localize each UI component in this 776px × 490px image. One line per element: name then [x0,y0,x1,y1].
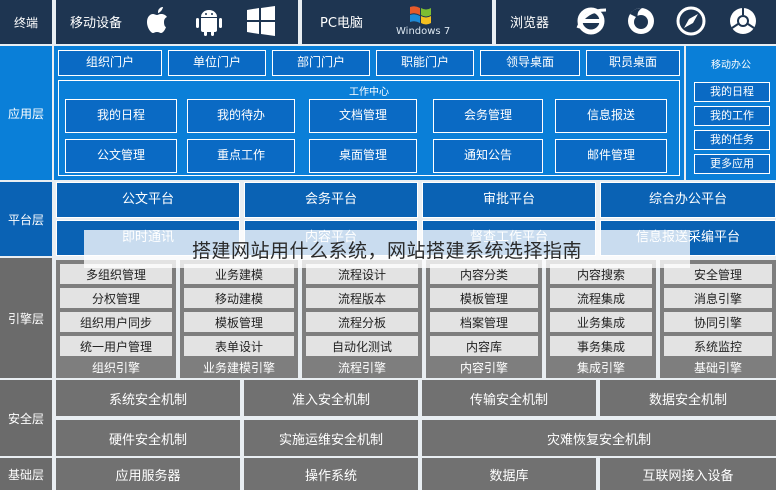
engine-column: 安全管理 消息引擎 协同引擎 系统监控 基础引擎 [660,260,776,378]
wc-info-report[interactable]: 信息报送 [555,99,667,133]
base-database[interactable]: 数据库 [422,458,596,490]
chrome-icon [730,8,756,34]
sec-ops[interactable]: 实施运维安全机制 [244,420,418,456]
engine-item[interactable]: 档案管理 [430,312,538,332]
portal-unit[interactable]: 单位门户 [168,50,266,76]
engine-row: 多组织管理 分权管理 组织用户同步 统一用户管理 组织引擎 业务建模 移动建模 模板管理 表单设… [56,260,776,378]
engine-column: 内容分类 模板管理 档案管理 内容库 内容引擎 [426,260,542,378]
engine-name: 组织引擎 [91,360,140,375]
base-network[interactable]: 互联网接入设备 [600,458,776,490]
base-os[interactable]: 操作系统 [244,458,418,490]
windows7-text: Windows 7 [396,26,451,37]
wc-my-todo[interactable]: 我的待办 [187,99,295,133]
row-label-base: 基础层 [0,458,52,490]
engine-item[interactable]: 事务集成 [550,336,652,356]
mobile-office-title: 移动办公 [711,60,751,71]
engine-item[interactable]: 流程集成 [550,288,652,308]
platform-doc[interactable]: 公文平台 [56,182,240,218]
engine-item[interactable]: 业务集成 [550,312,652,332]
wc-document-mgmt[interactable]: 文档管理 [309,99,417,133]
row-label-security: 安全层 [0,380,52,456]
engine-item[interactable]: 分权管理 [60,288,172,308]
row-label-engine: 引擎层 [0,258,52,378]
base-app-server[interactable]: 应用服务器 [56,458,240,490]
architecture-diagram: 终端 应用层 平台层 引擎层 安全层 基础层 移动设备 PC电脑 Windows… [0,0,776,490]
engine-name: 集成引擎 [576,360,625,375]
wc-key-work[interactable]: 重点工作 [187,139,295,173]
platform-meeting[interactable]: 会务平台 [244,182,418,218]
engine-item[interactable]: 流程版本 [306,288,418,308]
mobile-label: 移动设备 [70,16,123,31]
engine-column: 流程设计 流程版本 流程分板 自动化测试 流程引擎 [302,260,422,378]
sec-system[interactable]: 系统安全机制 [56,380,240,416]
row-label-application: 应用层 [0,46,52,180]
engine-name: 流程引擎 [337,360,386,375]
mo-my-task[interactable]: 我的任务 [694,130,770,150]
terminal-browser-panel: 浏览器 [496,0,776,44]
engine-name: 内容引擎 [459,360,508,375]
engine-column: 多组织管理 分权管理 组织用户同步 统一用户管理 组织引擎 [56,260,176,378]
engine-item[interactable]: 移动建模 [184,288,294,308]
application-panel: 组织门户 单位门户 部门门户 职能门户 领导桌面 职员桌面 工作中心 我的日程 … [54,46,684,180]
engine-item[interactable]: 自动化测试 [306,336,418,356]
engine-name: 基础引擎 [693,360,742,375]
engine-name: 业务建模引擎 [202,360,275,375]
mo-my-work[interactable]: 我的工作 [694,106,770,126]
engine-item[interactable]: 流程分板 [306,312,418,332]
engine-item[interactable]: 模板管理 [184,312,294,332]
firefox-icon [628,8,654,34]
sec-hardware[interactable]: 硬件安全机制 [56,420,240,456]
work-center-box: 工作中心 我的日程 我的待办 文档管理 会务管理 信息报送 公文管理 重点工作 … [58,80,680,176]
engine-item[interactable]: 模板管理 [430,288,538,308]
pc-label: PC电脑 [320,16,363,31]
terminal-pc-panel: PC电脑 Windows 7 [302,0,492,44]
wc-desktop-mgmt[interactable]: 桌面管理 [309,139,417,173]
android-icon [196,10,222,36]
engine-column: 业务建模 移动建模 模板管理 表单设计 业务建模引擎 [180,260,298,378]
windows7-logo-icon [410,6,431,25]
safari-icon [676,6,706,36]
wc-my-schedule[interactable]: 我的日程 [65,99,177,133]
sec-access[interactable]: 准入安全机制 [244,380,418,416]
windows-icon [247,6,275,36]
wc-notice[interactable]: 通知公告 [433,139,543,173]
portal-function[interactable]: 职能门户 [376,50,474,76]
sec-disaster[interactable]: 灾难恢复安全机制 [422,420,776,456]
portal-staff-desktop[interactable]: 职员桌面 [586,50,680,76]
portal-leader-desktop[interactable]: 领导桌面 [480,50,580,76]
mo-my-schedule[interactable]: 我的日程 [694,82,770,102]
browser-label: 浏览器 [510,16,550,31]
engine-item[interactable]: 消息引擎 [664,288,772,308]
sec-data[interactable]: 数据安全机制 [600,380,776,416]
platform-office[interactable]: 综合办公平台 [600,182,776,218]
platform-approval[interactable]: 审批平台 [422,182,596,218]
ie-icon [576,7,607,35]
engine-item[interactable]: 系统监控 [664,336,772,356]
wc-meeting-mgmt[interactable]: 会务管理 [433,99,543,133]
work-center-title: 工作中心 [349,87,389,98]
sec-transport[interactable]: 传输安全机制 [422,380,596,416]
engine-item[interactable]: 表单设计 [184,336,294,356]
row-label-terminal: 终端 [0,0,52,44]
engine-item[interactable]: 协同引擎 [664,312,772,332]
watermark-banner: 搭建网站用什么系统，网站搭建系统选择指南 [84,230,690,268]
wc-mail-mgmt[interactable]: 邮件管理 [555,139,667,173]
engine-item[interactable]: 统一用户管理 [60,336,172,356]
engine-item[interactable]: 组织用户同步 [60,312,172,332]
portal-org[interactable]: 组织门户 [58,50,162,76]
terminal-mobile-panel: 移动设备 [56,0,298,44]
wc-official-doc[interactable]: 公文管理 [65,139,177,173]
mo-more-apps[interactable]: 更多应用 [694,154,770,174]
engine-column: 内容搜索 流程集成 业务集成 事务集成 集成引擎 [546,260,656,378]
mobile-office-panel: 移动办公 我的日程 我的工作 我的任务 更多应用 [686,46,776,180]
apple-icon [147,7,167,33]
portal-department[interactable]: 部门门户 [272,50,370,76]
row-label-platform: 平台层 [0,182,52,256]
engine-item[interactable]: 内容库 [430,336,538,356]
